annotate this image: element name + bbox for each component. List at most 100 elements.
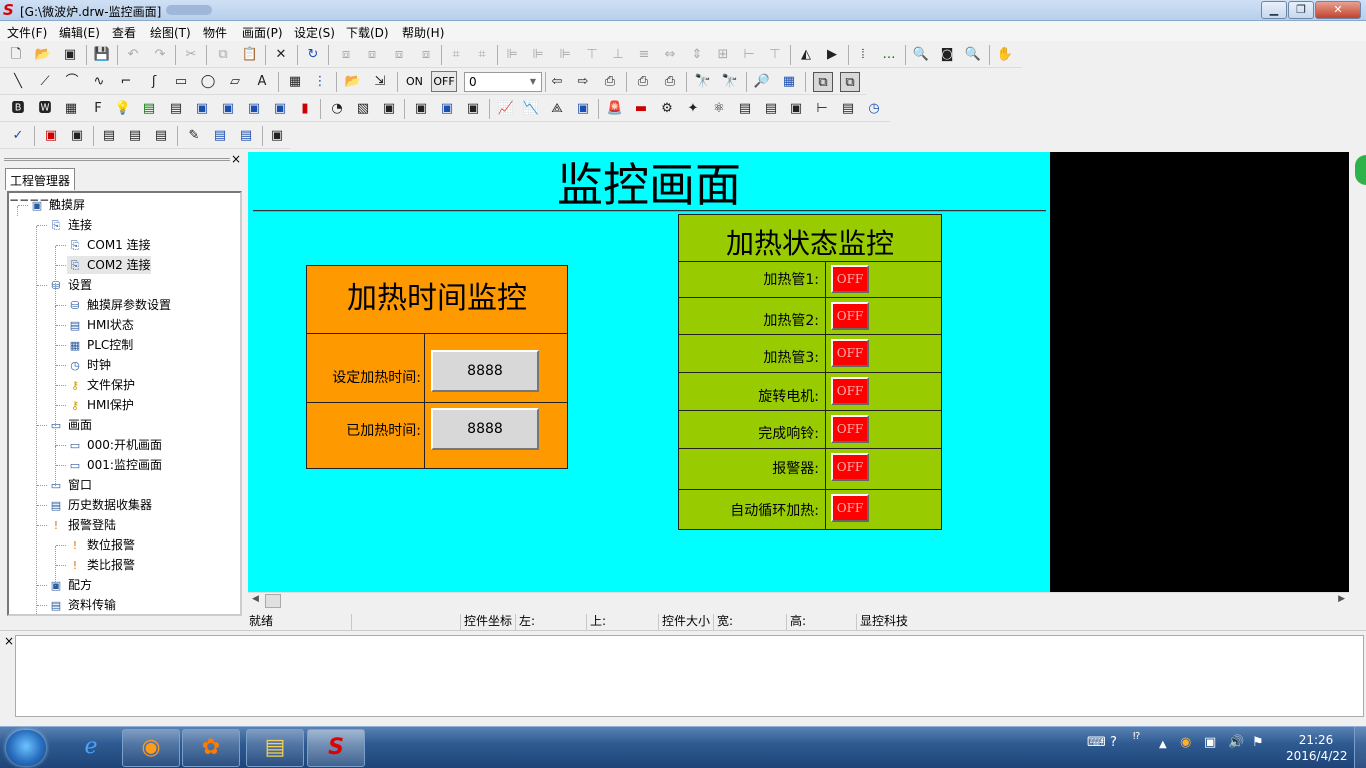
ascii-input-icon[interactable]: ▣ (270, 99, 290, 119)
align-right-icon[interactable]: ⊫ (528, 45, 548, 65)
scroll-thumb[interactable] (265, 594, 281, 608)
tree-item[interactable]: ! 类比报警 (67, 556, 135, 574)
show-hidden-icons-icon[interactable]: ▲ (1159, 739, 1167, 750)
tree-item[interactable]: ! 报警登陆 (48, 516, 116, 534)
tree-item[interactable]: ⎘ COM1 连接 (67, 236, 151, 254)
auto-cycle-heating-lamp[interactable]: OFF (831, 494, 869, 522)
import-image-icon[interactable]: ⇲ (370, 72, 390, 92)
online-simulate-icon[interactable]: ▣ (67, 126, 87, 146)
state-number-select[interactable]: 0 ▼ (464, 72, 542, 92)
hmi-editor-task-icon[interactable]: S (307, 729, 365, 767)
indicator-lamp-icon[interactable]: 💡 (113, 99, 133, 119)
close-file-icon[interactable]: ▣ (60, 45, 80, 65)
magnifier-icon[interactable]: 🔎 (752, 72, 772, 92)
menu-settings[interactable]: 设定(S) (294, 24, 335, 41)
alarm-lamp[interactable]: OFF (831, 453, 869, 481)
find-icon[interactable]: 🔭 (693, 72, 713, 92)
minimize-button[interactable]: ▁ (1261, 1, 1287, 19)
flip-vertical-icon[interactable]: ⌗ (472, 45, 492, 65)
screen-button-icon[interactable]: ▦ (61, 99, 81, 119)
trend-icon[interactable]: ▧ (353, 99, 373, 119)
bring-front-icon[interactable]: ⧈ (389, 45, 409, 65)
chevron-down-icon[interactable]: ▼ (527, 74, 539, 90)
compile-check-icon[interactable]: ✓ (8, 126, 28, 146)
scroll-left-icon[interactable]: ◀ (252, 594, 259, 604)
line-tool-icon[interactable]: ╲ (8, 72, 28, 92)
arrow-left-icon[interactable]: ⇦ (547, 72, 567, 92)
menu-object[interactable]: 物件 (203, 24, 227, 41)
bar-graph-icon[interactable]: ▮ (295, 99, 315, 119)
list-properties-icon[interactable]: ▤ (210, 126, 230, 146)
scale-icon[interactable]: ⋮ (310, 72, 330, 92)
tree-item[interactable]: ! 数位报警 (67, 536, 135, 554)
output-text-area[interactable] (15, 635, 1364, 717)
align-top-icon[interactable]: ⊤ (582, 45, 602, 65)
elapsed-heating-time-display[interactable]: 8888 (431, 408, 539, 450)
picture-icon[interactable]: ▣ (411, 99, 431, 119)
offline-sim-icon[interactable]: ⧉ (840, 72, 860, 92)
rotation-motor-lamp[interactable]: OFF (831, 377, 869, 405)
arrow-right-icon[interactable]: ⇨ (573, 72, 593, 92)
color-palette-icon[interactable]: ▦ (285, 72, 305, 92)
align-left-icon[interactable]: ⊫ (502, 45, 522, 65)
menu-draw[interactable]: 绘图(T) (150, 24, 191, 41)
bit-button-icon[interactable]: 🅱 (8, 99, 28, 119)
refresh-icon[interactable]: ↻ (303, 45, 323, 65)
rectangle-tool-icon[interactable]: ▭ (171, 72, 191, 92)
heater-2-lamp[interactable]: OFF (831, 302, 869, 330)
internet-explorer-icon[interactable]: ℯ (62, 729, 120, 767)
capture-icon[interactable]: ⎙ (600, 72, 620, 92)
macro-icon[interactable]: ▣ (786, 99, 806, 119)
paste-icon[interactable]: 📋 (240, 45, 260, 65)
heater-3-lamp[interactable]: OFF (831, 339, 869, 367)
tree-item[interactable]: ⚷ 文件保护 (67, 376, 135, 394)
download-icon[interactable]: ⎙ (660, 72, 680, 92)
snap-icon[interactable]: … (879, 45, 899, 65)
open-library-icon[interactable]: 📂 (343, 72, 363, 92)
copy-icon[interactable]: ⧉ (213, 45, 233, 65)
same-size-icon[interactable]: ⊞ (713, 45, 733, 65)
send-back-icon[interactable]: ⧈ (416, 45, 436, 65)
menu-edit[interactable]: 编辑(E) (59, 24, 100, 41)
panel-close-icon[interactable]: × (231, 152, 241, 166)
pipe-icon[interactable]: ⚛ (709, 99, 729, 119)
cut-icon[interactable]: ✂ (181, 45, 201, 65)
download-project-icon[interactable]: ▤ (125, 126, 145, 146)
line-chart-icon[interactable]: 📈 (496, 99, 516, 119)
connector-tool-icon[interactable]: ⌐ (116, 72, 136, 92)
panel-grip[interactable] (4, 158, 230, 161)
alarm-light-icon[interactable]: 🚨 (605, 99, 625, 119)
print-icon[interactable]: ⎙ (633, 72, 653, 92)
close-button[interactable]: ✕ (1315, 1, 1361, 19)
timer-icon[interactable]: ◷ (864, 99, 884, 119)
menu-help[interactable]: 帮助(H) (402, 24, 444, 41)
table-icon[interactable]: ▦ (779, 72, 799, 92)
open-folder-icon[interactable]: 📂 (33, 45, 53, 65)
set-heating-time-input[interactable]: 8888 (431, 350, 539, 392)
tree-item[interactable]: ▭ 001:监控画面 (67, 456, 162, 474)
space-horizontal-icon[interactable]: ⊢ (739, 45, 759, 65)
scale-object-icon[interactable]: ⊢ (812, 99, 832, 119)
upload-icon[interactable]: ▤ (99, 126, 119, 146)
language-icon[interactable]: ⁉ (1133, 731, 1140, 742)
shape-move-icon[interactable]: ⟁ (547, 99, 567, 119)
event-icon[interactable]: ▤ (838, 99, 858, 119)
recipe-object-icon[interactable]: ⚙ (657, 99, 677, 119)
numeric-display-icon[interactable]: ▣ (192, 99, 212, 119)
transfer-project-icon[interactable]: ▤ (151, 126, 171, 146)
volume-icon[interactable]: 🔊 (1228, 735, 1244, 750)
zoom-out-icon[interactable]: 🔍 (963, 45, 983, 65)
zoom-fit-icon[interactable]: ◙ (937, 45, 957, 65)
animation-icon[interactable]: ▣ (437, 99, 457, 119)
tree-item[interactable]: ⎘ COM2 连接 (67, 256, 151, 274)
dynamic-picture-icon[interactable]: ▣ (463, 99, 483, 119)
tree-item[interactable]: ▭ 000:开机画面 (67, 436, 162, 454)
xy-chart-icon[interactable]: 📉 (521, 99, 541, 119)
tree-item[interactable]: ⎘ 连接 (48, 216, 92, 234)
meter-icon[interactable]: ◔ (327, 99, 347, 119)
tree-item[interactable]: ▦ PLC控制 (67, 336, 134, 354)
screen-preview-icon[interactable]: ▣ (267, 126, 287, 146)
network-icon[interactable]: ▣ (1204, 735, 1216, 750)
alarm-bar-icon[interactable]: ▬ (631, 99, 651, 119)
tab-project-manager[interactable]: 工程管理器 (5, 168, 76, 190)
